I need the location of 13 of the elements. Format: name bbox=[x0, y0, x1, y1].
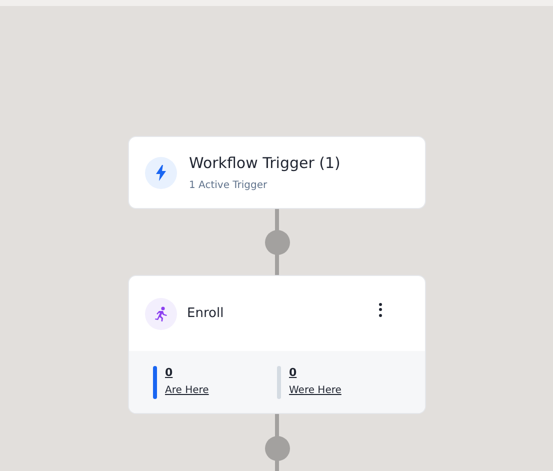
node-subtitle: 1 Active Trigger bbox=[189, 179, 268, 194]
trigger-card[interactable]: Workflow Trigger (1) 1 Active Trigger bbox=[128, 136, 426, 209]
stat-label-link[interactable]: Are Here bbox=[165, 384, 209, 398]
add-step-handle[interactable] bbox=[265, 436, 290, 461]
lightning-icon bbox=[145, 156, 177, 188]
stat-label-link[interactable]: Were Here bbox=[289, 384, 342, 398]
add-step-handle[interactable] bbox=[265, 230, 290, 255]
node-title: Workflow Trigger (1) bbox=[189, 152, 340, 174]
count-link[interactable]: 0 bbox=[165, 366, 209, 380]
running-person-icon bbox=[145, 298, 177, 330]
node-title: Enroll bbox=[187, 304, 225, 323]
count-link[interactable]: 0 bbox=[289, 366, 342, 380]
action-card[interactable]: Enroll 0 Are Here 0 Were Here bbox=[128, 275, 426, 414]
